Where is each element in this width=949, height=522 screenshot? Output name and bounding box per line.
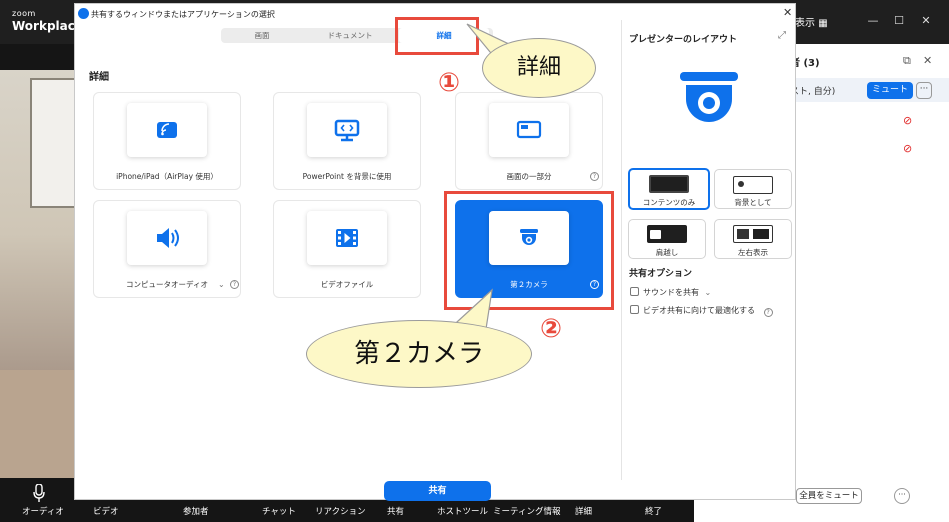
audio-thumb [127,211,207,265]
side-by-side-layout-icon [733,225,773,243]
toolbar-audio[interactable]: オーディオ [22,505,64,517]
chevron-down-icon[interactable]: ⌄ [218,280,225,289]
layout-label: 肩越し [655,248,679,257]
mute-button[interactable]: ミュート [867,82,913,99]
view-button[interactable]: 表示 ▦ [795,14,828,29]
card-airplay[interactable]: iPhone/iPad（AirPlay 使用） [93,92,241,190]
option-optimize-video[interactable]: ビデオ共有に向けて最適化する ? [630,305,773,317]
airplay-thumb [127,103,207,157]
film-icon [336,229,358,247]
card-portion-of-screen[interactable]: 画面の一部分 ? [455,92,603,190]
presentation-icon [334,119,360,142]
toolbar-meeting-info[interactable]: ミーティング情報 [493,505,561,517]
camera-preview-icon [680,72,738,122]
background-layout-icon [733,176,773,194]
more-options-button[interactable]: ··· [916,82,932,99]
layout-title: プレゼンターのレイアウト [629,35,738,45]
toolbar-participants[interactable]: 参加者 [183,505,209,517]
section-title: 詳細 [89,72,109,83]
card-label: ビデオファイル [320,280,374,289]
minimize-icon[interactable]: — [863,14,883,27]
tab-document[interactable]: ドキュメント [307,28,393,43]
share-dialog: 共有するウィンドウまたはアプリケーションの選択 ✕ 画面 ドキュメント 詳細 詳… [74,3,796,501]
popout-icon[interactable]: ⧉ [903,54,911,68]
card-powerpoint[interactable]: PowerPoint を背景に使用 [273,92,421,190]
chevron-down-icon[interactable]: ⌄ [705,288,712,297]
card-label: 画面の一部分 [506,172,552,181]
zoom-logo-bottom: Workplace [12,19,84,33]
content-only-icon [649,175,689,193]
toolbar-chat[interactable]: チャット [262,505,296,517]
toolbar-share[interactable]: 共有 [387,505,404,517]
portion-thumb [489,103,569,157]
layout-content-only[interactable]: コンテンツのみ [628,168,710,210]
powerpoint-thumb [307,103,387,157]
step-number-2: ② [540,314,563,344]
dialog-close-icon[interactable]: ✕ [783,6,792,19]
info-icon[interactable]: ? [763,308,773,317]
dialog-title: 共有するウィンドウまたはアプリケーションの選択 [91,10,275,19]
mic-muted-icon: ⊘ [903,114,913,127]
layout-label: 左右表示 [738,248,768,257]
card-video-file[interactable]: ビデオファイル [273,200,421,298]
participant-video [0,70,85,480]
layout-side-by-side[interactable]: 左右表示 [714,219,792,259]
screen-portion-icon [516,120,542,139]
panel-close-icon[interactable]: ✕ [923,54,932,67]
info-icon[interactable]: ? [590,172,599,181]
microphone-icon[interactable] [33,484,45,502]
card-label: iPhone/iPad（AirPlay 使用） [116,172,218,181]
option-label: ビデオ共有に向けて最適化する [643,306,755,315]
layout-label: 背景として [734,198,772,207]
toolbar-more[interactable]: 詳細 [575,505,592,517]
option-share-sound[interactable]: サウンドを共有 ⌄ [630,287,711,298]
video-off-icon: ⊘ [903,142,913,155]
step-number-1: ① [438,68,461,98]
presenter-layout-panel: プレゼンターのレイアウト ⤢ コンテンツのみ 背景として 肩越し 左右表示 共有… [621,20,795,480]
layout-background[interactable]: 背景として [714,169,792,209]
zoom-app-icon [78,8,89,19]
card-label: PowerPoint を背景に使用 [302,172,392,181]
toolbar-host-tools[interactable]: ホストツール [437,505,488,517]
mute-all-button[interactable]: 全員をミュート [796,488,862,504]
toolbar-reactions[interactable]: リアクション [315,505,366,517]
window-close-icon[interactable]: ✕ [916,14,936,27]
share-sound-checkbox[interactable] [630,287,639,296]
toolbar-video[interactable]: ビデオ [93,505,119,517]
grid-icon: ▦ [818,18,828,29]
zoom-logo: zoom Workplace [12,9,84,33]
layout-over-shoulder[interactable]: 肩越し [628,219,706,259]
maximize-icon[interactable]: ☐ [889,14,909,27]
tab-screen[interactable]: 画面 [221,28,303,43]
airplay-icon [157,122,177,138]
optimize-video-checkbox[interactable] [630,305,639,314]
options-title: 共有オプション [629,269,693,279]
zoom-logo-top: zoom [12,9,36,18]
panel-more-button[interactable]: ··· [894,488,910,504]
expand-icon[interactable]: ⤢ [778,30,786,41]
info-icon[interactable]: ? [230,280,239,289]
callout-advanced: 詳細 [482,38,596,98]
toolbar-end[interactable]: 終了 [645,505,662,517]
share-button[interactable]: 共有 [384,481,491,501]
card-computer-audio[interactable]: コンピュータオーディオ ⌄ ? [93,200,241,298]
option-label: サウンドを共有 [643,288,699,297]
video-file-thumb [307,211,387,265]
view-label: 表示 [795,18,815,29]
callout-second-camera: 第２カメラ [306,320,532,388]
speaker-icon [157,228,179,248]
shoulder-layout-icon [647,225,687,243]
participant-name: スト, 自分) [790,87,836,97]
layout-label: コンテンツのみ [642,198,696,207]
floor-in-video [0,370,82,480]
